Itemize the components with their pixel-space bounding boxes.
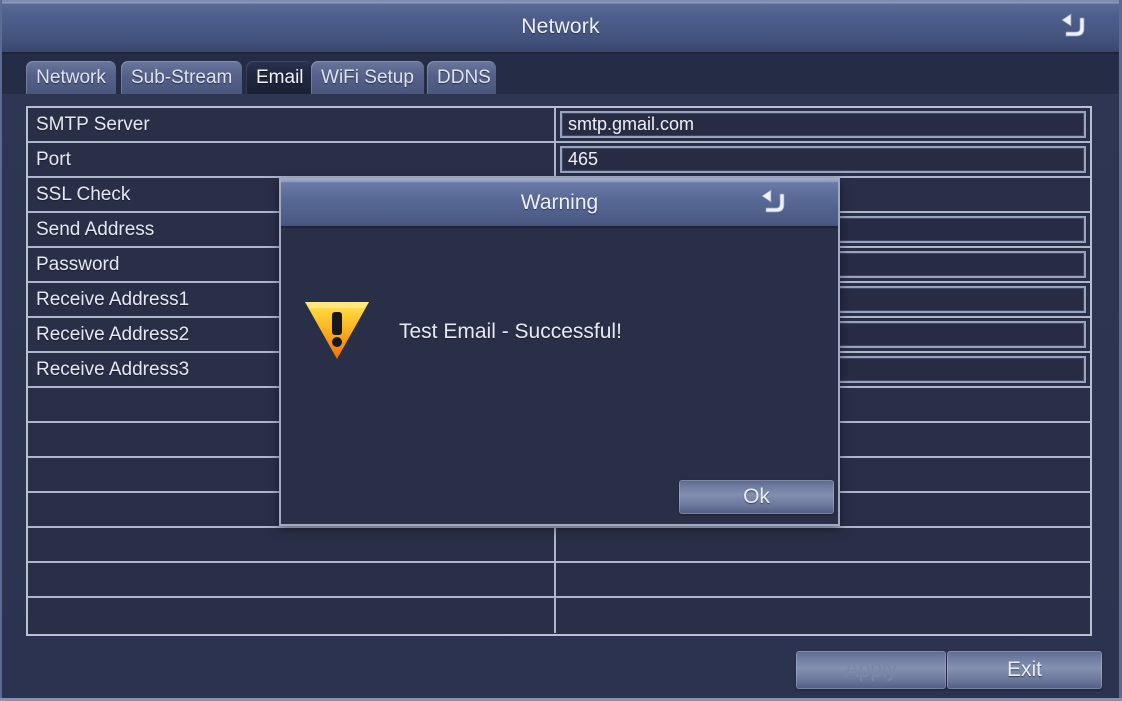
dialog-ok-button[interactable]: Ok (679, 480, 834, 514)
row-label (28, 563, 556, 596)
back-arrow-icon[interactable] (1058, 11, 1094, 43)
table-row (28, 563, 1090, 598)
tab-sub-stream[interactable]: Sub-Stream (121, 61, 242, 94)
row-value-cell: 465 (556, 143, 1090, 176)
table-row: Port 465 (28, 143, 1090, 178)
row-label: Port (28, 143, 556, 176)
tab-strip: Network Sub-Stream Email WiFi Setup DDNS (2, 54, 1119, 94)
apply-button[interactable]: Apply (796, 651, 946, 689)
page-title: Network (521, 15, 600, 38)
row-label (28, 598, 556, 633)
tab-network[interactable]: Network (26, 61, 116, 94)
network-settings-window: Network Network Sub-Stream Email WiFi Setup… (0, 0, 1122, 701)
row-value-cell (556, 528, 1090, 561)
window-frame-left (0, 0, 2, 701)
tab-ddns[interactable]: DDNS (427, 61, 496, 94)
warning-dialog: Warning Test Email - Successful! Ok (279, 178, 840, 526)
dialog-title: Warning (520, 191, 599, 214)
row-value-cell: smtp.gmail.com (556, 108, 1090, 141)
dialog-titlebar: Warning (281, 180, 838, 228)
dialog-body: Test Email - Successful! Ok (281, 228, 838, 524)
table-row: SMTP Server smtp.gmail.com (28, 108, 1090, 143)
tab-email[interactable]: Email (246, 61, 312, 94)
value-input[interactable]: 465 (560, 146, 1086, 173)
back-arrow-icon[interactable] (758, 187, 794, 219)
warning-triangle-icon (303, 299, 371, 361)
row-label (28, 528, 556, 561)
table-row (28, 598, 1090, 633)
row-label: SMTP Server (28, 108, 556, 141)
tab-wifi-setup[interactable]: WiFi Setup (311, 61, 424, 94)
exit-button[interactable]: Exit (947, 651, 1102, 689)
table-row (28, 528, 1090, 563)
window-titlebar: Network (2, 2, 1119, 52)
dialog-message: Test Email - Successful! (399, 320, 622, 343)
row-value-cell (556, 598, 1090, 633)
value-input[interactable]: smtp.gmail.com (560, 111, 1086, 138)
row-value-cell (556, 563, 1090, 596)
